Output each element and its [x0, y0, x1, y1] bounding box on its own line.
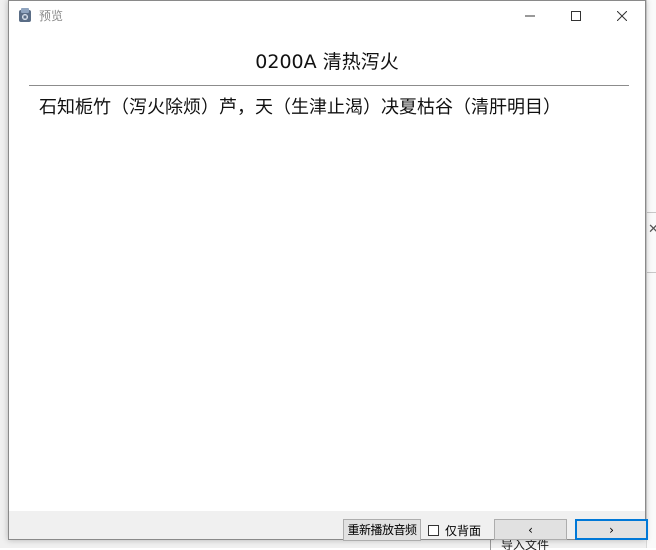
back-only-checkbox[interactable]: 仅背面: [428, 521, 481, 539]
next-button[interactable]: ›: [575, 519, 648, 540]
maximize-button[interactable]: [553, 1, 599, 31]
close-icon: [617, 11, 627, 21]
card-heading: 0200A 清热泻火: [255, 51, 399, 73]
app-icon: [19, 8, 31, 22]
checkbox-label: 仅背面: [445, 523, 482, 538]
checkbox-box[interactable]: [428, 524, 439, 536]
close-button[interactable]: [599, 1, 645, 31]
window-title: 预览: [39, 9, 64, 23]
replay-audio-button[interactable]: 重新播放音频: [343, 519, 421, 541]
chevron-left-icon: ‹: [528, 522, 533, 537]
background-divider: [647, 272, 656, 273]
minimize-button[interactable]: [507, 1, 553, 31]
minimize-icon: [525, 15, 535, 17]
background-close-icon: ✕: [648, 222, 656, 237]
chevron-right-icon: ›: [609, 522, 614, 537]
background-divider: [647, 212, 656, 213]
title-bar[interactable]: 预览: [9, 1, 645, 31]
background-window-edge: [646, 0, 656, 548]
bottom-toolbar: 重新播放音频 仅背面 ‹ ›: [9, 511, 648, 541]
card-content: 石知栀竹（泻火除烦）芦，天（生津止渴）决夏枯谷（清肝明目）: [39, 97, 561, 118]
heading-divider: [29, 85, 629, 86]
maximize-icon: [571, 11, 581, 21]
preview-window: 预览 0200A 清热泻火 石知栀竹（泻火除烦）芦，天（生津止渴）决夏枯谷（清肝…: [8, 0, 648, 541]
previous-button[interactable]: ‹: [494, 519, 567, 540]
